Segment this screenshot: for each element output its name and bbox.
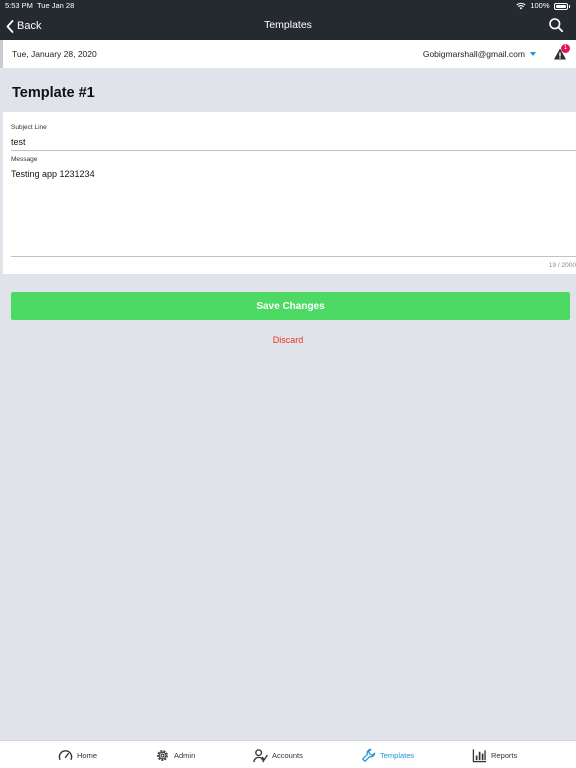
battery-icon [553,2,568,10]
account-dropdown[interactable]: Gobigmarshall@gmail.com [423,49,536,59]
nav-title: Templates [264,19,312,31]
tab-label: Reports [491,750,518,760]
tab-bar: Home Admin Accounts Templates Reports [0,740,576,768]
wrench-icon [362,748,376,762]
subject-label: Subject Line [11,124,47,131]
tab-templates[interactable]: Templates [361,747,414,763]
alerts-button[interactable]: 1 [552,44,570,62]
template-form: Subject Line test Message Testing app 12… [3,112,576,274]
tab-reports[interactable]: Reports [472,747,517,763]
user-email: Gobigmarshall@gmail.com [422,49,525,59]
save-changes-button[interactable]: Save Changes [11,292,570,320]
character-counter: 19 / 2000 [548,262,576,269]
status-date: Tue Jan 28 [37,1,75,10]
subject-underline [11,150,576,151]
subject-input[interactable]: test [11,137,26,147]
search-icon[interactable] [548,17,564,33]
speedometer-icon [58,749,73,760]
message-label: Message [11,156,38,163]
page-title: Template #1 [12,85,95,101]
users-icon [253,748,268,762]
status-time: 5:53 PM [5,1,33,10]
tab-label: Home [77,750,98,760]
alert-badge: 1 [561,44,570,53]
caret-down-icon [530,52,536,56]
battery-tip [568,4,570,8]
top-bar: 5:53 PM Tue Jan 28 100% Back Templates [0,0,576,40]
tab-label: Admin [174,750,196,760]
status-bar: 5:53 PM Tue Jan 28 100% [0,0,576,12]
wifi-icon [516,2,526,10]
tab-label: Accounts [272,750,303,760]
message-underline [11,256,576,257]
current-date: Tue, January 28, 2020 [12,49,97,59]
nav-bar: Back Templates [0,12,576,40]
tab-accounts[interactable]: Accounts [253,747,303,763]
bar-chart-icon [472,748,487,762]
discard-button[interactable]: Discard [0,335,576,345]
gear-icon [157,749,168,761]
tab-label: Templates [380,750,415,760]
battery-percent: 100% [530,1,550,10]
tab-admin[interactable]: Admin [155,747,195,763]
info-bar: Tue, January 28, 2020 Gobigmarshall@gmai… [0,40,576,68]
tab-home[interactable]: Home [58,747,97,763]
status-right: 100% [516,0,570,12]
message-textarea[interactable]: Testing app 1231234 [11,169,95,179]
